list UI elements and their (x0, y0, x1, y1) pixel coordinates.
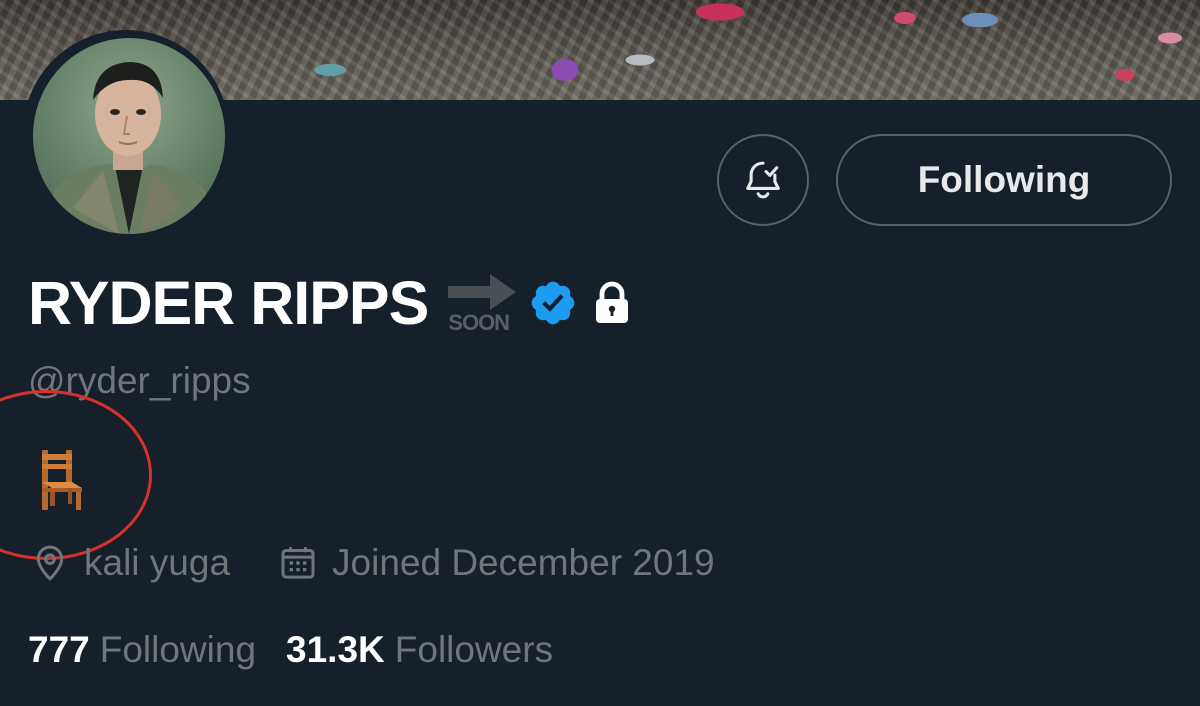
name-row: RYDER RIPPS SOON (28, 268, 632, 338)
verified-badge-icon[interactable] (528, 278, 578, 328)
display-name: RYDER RIPPS (28, 269, 429, 337)
following-button-label: Following (917, 159, 1091, 200)
calendar-icon (281, 547, 315, 579)
notifications-button[interactable] (717, 134, 809, 226)
soon-arrow-icon: SOON (446, 268, 518, 338)
profile-meta: kali yuga Joined December 2019 (30, 538, 715, 588)
lock-icon (592, 281, 632, 325)
following-count: 777 (28, 629, 90, 670)
avatar[interactable] (23, 30, 229, 236)
followers-count-label: Followers (394, 629, 554, 670)
chair-emoji-icon (36, 448, 84, 517)
following-button[interactable]: Following (836, 134, 1172, 226)
followers-count-link[interactable]: 31.3K Followers (286, 629, 553, 671)
following-count-label: Following (99, 629, 257, 670)
joined-text: Joined December 2019 (332, 542, 715, 583)
follow-stats: 777 Following 31.3K Followers (28, 625, 553, 675)
location-pin-icon (36, 545, 64, 581)
followers-count: 31.3K (286, 629, 385, 670)
avatar-photo (33, 38, 225, 234)
location-item: kali yuga (30, 542, 230, 584)
bell-check-icon (746, 161, 780, 199)
joined-item: Joined December 2019 (278, 542, 715, 584)
soon-label: SOON (448, 310, 510, 335)
following-count-link[interactable]: 777 Following (28, 629, 256, 671)
profile-page: Following RYDER RIPPS SOON @ryder_ripps (0, 0, 1200, 706)
location-text: kali yuga (84, 542, 231, 583)
